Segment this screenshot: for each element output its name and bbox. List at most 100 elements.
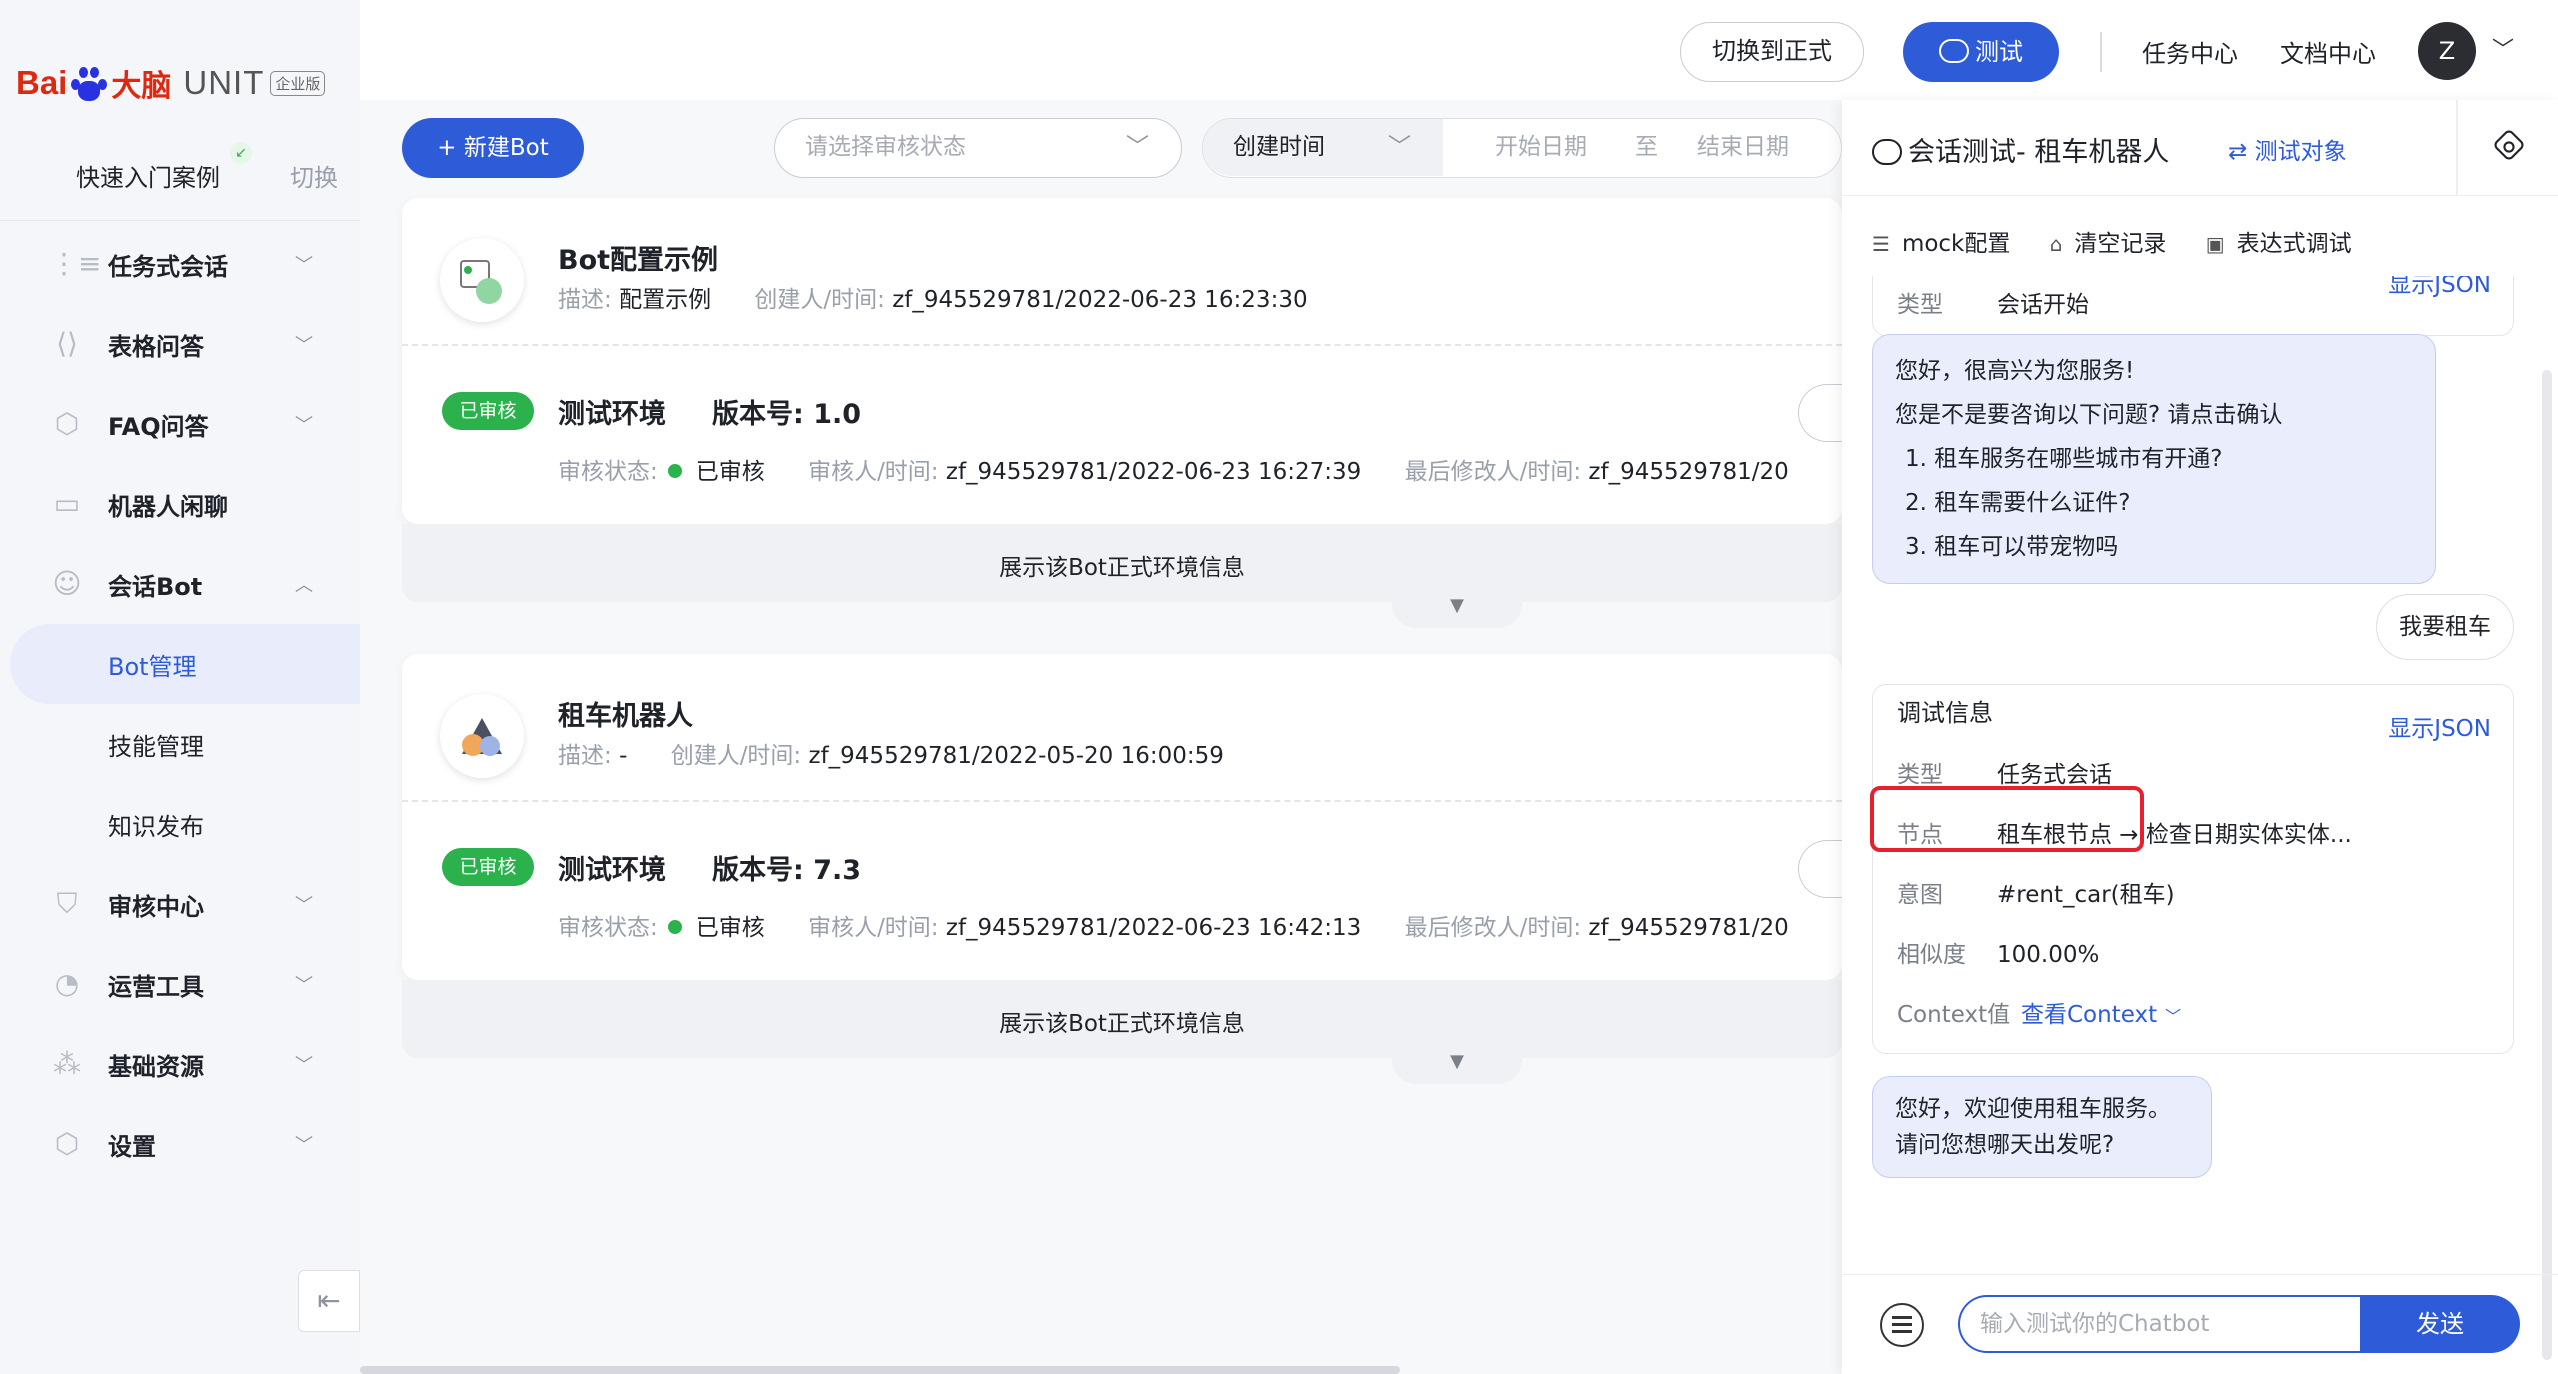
version-value: 1.0: [813, 399, 862, 430]
caret-down-icon[interactable]: ▼: [1392, 1050, 1522, 1084]
card-divider: [402, 800, 1842, 802]
switch-link[interactable]: 切换: [290, 158, 338, 193]
review-status-value: 已审核: [695, 915, 765, 941]
chevron-down-icon: ﹀: [295, 895, 313, 916]
status-dot: [667, 920, 682, 934]
menu-list-icon[interactable]: [1880, 1303, 1924, 1347]
chat-input[interactable]: 输入测试你的Chatbot: [1958, 1295, 2370, 1353]
message-line: 您好，很高兴为您服务!: [1895, 358, 2135, 384]
modifier-label: 最后修改人/时间:: [1404, 915, 1582, 941]
sidebar-item-faq[interactable]: ⬡ FAQ问答 ﹀: [0, 384, 360, 464]
env-name: 测试环境: [558, 399, 666, 430]
clear-records-label: 清空记录: [2074, 231, 2167, 257]
info-row-context: Context值 查看Context ﹀: [1897, 995, 2181, 1029]
sidebar-item-label: 任务式会话: [108, 252, 228, 281]
send-button[interactable]: 发送: [2360, 1295, 2520, 1353]
sidebar-item-knowledge-publish[interactable]: 知识发布: [0, 784, 360, 864]
date-range-filter: 创建时间 ﹀ 开始日期 至 结束日期: [1202, 118, 1842, 178]
chat-bubble-icon: [1939, 39, 1969, 63]
test-button[interactable]: 测试: [1903, 22, 2059, 82]
header-divider: [2456, 100, 2458, 196]
sidebar-item-task-dialog[interactable]: ⋮≡ 任务式会话 ﹀: [0, 224, 360, 304]
bot-meta: 描述: - 创建人/时间: zf_945529781/2022-05-20 16…: [558, 736, 1224, 770]
sidebar-item-dialog-bot[interactable]: ☺ 会话Bot ︿: [0, 544, 360, 624]
chevron-up-icon: ︿: [295, 575, 313, 596]
chat-title-text: 会话测试- 租车机器人: [1908, 137, 2170, 168]
chat-toolbar: ☰ mock配置 ⌂ 清空记录 ▣ 表达式调试: [1872, 224, 2384, 258]
expression-debug-button[interactable]: ▣ 表达式调试: [2206, 224, 2352, 258]
suggested-question[interactable]: 3. 租车可以带宠物吗: [1895, 525, 2413, 569]
sidebar-item-skill-manage[interactable]: 技能管理: [0, 704, 360, 784]
baidu-unit-logo[interactable]: Bai 大脑 UNIT 企业版: [16, 58, 326, 108]
chevron-down-icon[interactable]: ﹀: [2492, 32, 2514, 64]
new-bot-button[interactable]: + 新建Bot: [402, 118, 584, 178]
version: 版本号: 1.0: [712, 392, 861, 431]
end-date-input[interactable]: 结束日期: [1697, 119, 1789, 176]
task-center-link[interactable]: 任务中心: [2142, 34, 2238, 69]
quick-start-row: 快速入门案例 ↙ 切换: [0, 142, 360, 200]
view-context-link[interactable]: 查看Context: [2021, 1002, 2157, 1028]
collapse-sidebar-button[interactable]: ⇤: [298, 1270, 360, 1332]
logo-danao: 大脑: [111, 69, 172, 104]
faq-icon: ⬡: [54, 407, 80, 440]
bot-avatar-icon: [440, 238, 524, 322]
review-status-placeholder: 请选择审核状态: [805, 134, 966, 160]
doc-center-link[interactable]: 文档中心: [2280, 34, 2376, 69]
switch-to-formal-button[interactable]: 切换到正式: [1680, 22, 1864, 82]
sidebar-item-review-center[interactable]: ⛉ 审核中心 ﹀: [0, 864, 360, 944]
bot-name[interactable]: 租车机器人: [558, 694, 693, 733]
chevron-down-icon[interactable]: ﹀: [2165, 1007, 2181, 1026]
version-value: 7.3: [813, 855, 862, 886]
bot-name[interactable]: Bot配置示例: [558, 238, 718, 277]
info-key: 类型: [1897, 762, 1943, 788]
settings-gear-icon[interactable]: [2492, 128, 2526, 162]
info-key: 类型: [1897, 292, 1943, 318]
sidebar-menu: ⋮≡ 任务式会话 ﹀ ⟨⟩ 表格问答 ﹀ ⬡ FAQ问答 ﹀ ▭ 机器人闲聊 ☺…: [0, 224, 360, 1184]
suggested-question[interactable]: 2. 租车需要什么证件?: [1895, 481, 2413, 525]
caret-down-icon[interactable]: ▼: [1392, 594, 1522, 628]
info-key: Context值: [1897, 1002, 2011, 1028]
sidebar-item-label: 知识发布: [108, 812, 204, 841]
info-row-type: 类型 任务式会话: [1897, 755, 2112, 789]
mock-config-button[interactable]: ☰ mock配置: [1872, 224, 2010, 258]
horizontal-scrollbar[interactable]: [360, 1366, 1400, 1374]
sidebar-item-ops-tools[interactable]: ◔ 运营工具 ﹀: [0, 944, 360, 1024]
bot-card-body[interactable]: 租车机器人 描述: - 创建人/时间: zf_945529781/2022-05…: [402, 654, 1858, 980]
message-line: 您是不是要咨询以下问题? 请点击确认: [1895, 402, 2283, 428]
sidebar-item-table-qa[interactable]: ⟨⟩ 表格问答 ﹀: [0, 304, 360, 384]
sidebar-item-base-resources[interactable]: ⁂ 基础资源 ﹀: [0, 1024, 360, 1104]
version: 版本号: 7.3: [712, 848, 861, 887]
test-target-link[interactable]: ⇄ 测试对象: [2228, 132, 2347, 166]
review-status-select[interactable]: 请选择审核状态 ﹀: [774, 118, 1182, 178]
bot-card-body[interactable]: Bot配置示例 描述: 配置示例 创建人/时间: zf_945529781/20…: [402, 198, 1858, 524]
chevron-down-icon: ﹀: [295, 255, 313, 276]
sidebar-item-chitchat[interactable]: ▭ 机器人闲聊: [0, 464, 360, 544]
show-json-link[interactable]: 显示JSON: [2388, 709, 2491, 743]
chitchat-icon: ▭: [53, 487, 81, 520]
debug-info-title: 调试信息: [1897, 699, 1993, 727]
chat-title: 会话测试- 租车机器人: [1872, 130, 2169, 169]
chat-scrollbar[interactable]: [2542, 370, 2552, 1360]
debug-info-card: 调试信息 显示JSON 类型 任务式会话 节点 租车根节点 → 检查日期实体实体..…: [1872, 684, 2514, 1054]
suggested-question[interactable]: 1. 租车服务在哪些城市有开通?: [1895, 437, 2413, 481]
bot-avatar-icon: [440, 694, 524, 778]
expand-formal-env[interactable]: 展示该Bot正式环境信息: [402, 524, 1842, 602]
sidebar-item-bot-manage[interactable]: Bot管理: [10, 624, 360, 704]
info-value: 100.00%: [1997, 942, 2100, 968]
start-date-input[interactable]: 开始日期: [1495, 119, 1587, 176]
bot-message: 您好，很高兴为您服务! 您是不是要咨询以下问题? 请点击确认 1. 租车服务在哪…: [1872, 334, 2436, 584]
sidebar-item-settings[interactable]: ⬡ 设置 ﹀: [0, 1104, 360, 1184]
reviewer-label: 审核人/时间:: [808, 915, 939, 941]
clear-records-button[interactable]: ⌂ 清空记录: [2050, 224, 2167, 258]
modifier-value: zf_945529781/20: [1588, 915, 1789, 941]
mock-config-label: mock配置: [1901, 231, 2011, 257]
avatar[interactable]: Z: [2418, 22, 2476, 80]
date-type-select[interactable]: 创建时间 ﹀: [1203, 119, 1443, 176]
show-json-link[interactable]: 显示JSON: [2388, 276, 2491, 299]
broom-icon: ⌂: [2049, 232, 2063, 256]
chevron-down-icon: ﹀: [1388, 134, 1411, 160]
bot-meta: 描述: 配置示例 创建人/时间: zf_945529781/2022-06-23…: [558, 280, 1308, 314]
quick-start-case-link[interactable]: 快速入门案例: [76, 158, 220, 193]
edition-badge: 企业版: [270, 70, 326, 96]
expand-formal-env[interactable]: 展示该Bot正式环境信息: [402, 980, 1842, 1058]
